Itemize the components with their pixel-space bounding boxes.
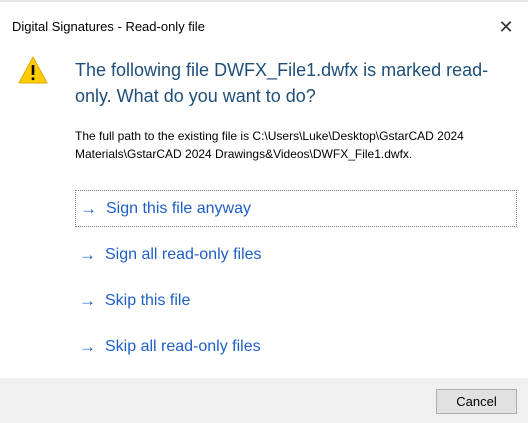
close-icon[interactable]: ✕ — [488, 12, 524, 42]
sign-all-readonly-button[interactable]: → Sign all read-only files — [75, 236, 517, 273]
cancel-button[interactable]: Cancel — [436, 389, 517, 414]
option-label: Sign this file anyway — [106, 199, 251, 217]
option-label: Skip all read-only files — [105, 337, 261, 355]
window-title: Digital Signatures - Read-only file — [12, 19, 205, 34]
arrow-right-icon: → — [79, 336, 96, 356]
arrow-right-icon: → — [79, 244, 96, 264]
main-instruction: The following file DWFX_File1.dwfx is ma… — [75, 60, 489, 106]
skip-all-readonly-button[interactable]: → Skip all read-only files — [75, 328, 517, 365]
title-bar: Digital Signatures - Read-only file ✕ — [0, 2, 528, 46]
file-path-text: The full path to the existing file is C:… — [75, 129, 464, 161]
button-bar: Cancel — [0, 378, 528, 423]
warning-icon — [18, 56, 48, 84]
sign-this-file-button[interactable]: → Sign this file anyway — [75, 190, 517, 227]
arrow-right-icon: → — [79, 290, 96, 310]
arrow-right-icon: → — [80, 198, 97, 218]
skip-this-file-button[interactable]: → Skip this file — [75, 282, 517, 319]
option-label: Skip this file — [105, 291, 191, 309]
option-label: Sign all read-only files — [105, 245, 262, 263]
dialog-window: Digital Signatures - Read-only file ✕ Th… — [0, 0, 528, 423]
